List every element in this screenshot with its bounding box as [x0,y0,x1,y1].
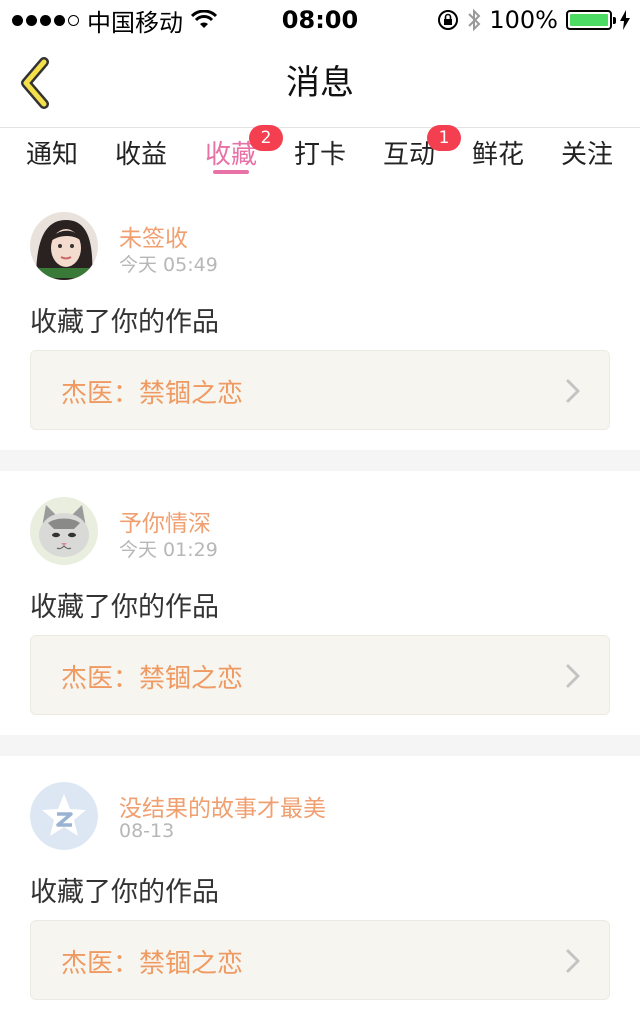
timestamp: 今天 01:29 [119,539,218,561]
tab-label: 关注 [560,140,613,170]
message-item: 未签收 今天 05:49 收藏了你的作品 杰医：禁锢之恋 [0,186,640,450]
status-left: 中国移动 [12,0,217,40]
back-button[interactable] [14,56,62,110]
status-right: 100% [437,0,630,40]
signal-strength-icon [12,14,79,26]
message-list: 未签收 今天 05:49 收藏了你的作品 杰医：禁锢之恋 予你情深 今天 01:… [0,186,640,1020]
tab-label: 鲜花 [471,140,524,170]
chevron-right-icon [566,949,580,973]
tab-checkin[interactable]: 打卡 [280,134,360,171]
tab-following[interactable]: 关注 [547,134,627,171]
message-item: 予你情深 今天 01:29 收藏了你的作品 杰医：禁锢之恋 [0,471,640,735]
chevron-left-icon [21,57,49,109]
wifi-icon [191,10,217,28]
avatar-default-star-icon [30,782,98,850]
tab-notifications[interactable]: 通知 [12,134,92,171]
divider [0,735,640,756]
avatar-cat-icon [30,497,98,565]
tab-label: 打卡 [293,140,346,170]
work-card[interactable]: 杰医：禁锢之恋 [30,350,610,430]
tab-bar: 通知 收益 收藏 2 打卡 互动 1 鲜花 关注 [0,125,640,186]
message-item: 没结果的故事才最美 08-13 收藏了你的作品 杰医：禁锢之恋 [0,756,640,1020]
status-bar: 中国移动 08:00 100% [0,0,640,40]
chevron-right-icon [566,379,580,403]
tab-earnings[interactable]: 收益 [101,134,181,171]
unread-badge: 2 [249,125,283,151]
timestamp: 08-13 [119,820,175,842]
avatar[interactable] [30,782,98,850]
avatar-girl-icon [30,212,98,280]
active-tab-indicator [213,170,249,174]
work-title: 杰医：禁锢之恋 [61,949,244,979]
page-title: 消息 [286,63,354,103]
battery-icon [566,10,616,30]
tab-label: 通知 [25,140,78,170]
message-text: 收藏了你的作品 [30,307,219,338]
carrier-name: 中国移动 [87,8,183,37]
timestamp: 今天 05:49 [119,254,218,276]
username[interactable]: 予你情深 [119,504,211,538]
work-title: 杰医：禁锢之恋 [61,379,244,409]
battery-percentage: 100% [489,6,558,34]
message-text: 收藏了你的作品 [30,592,219,623]
nav-bar: 消息 [0,40,640,128]
work-card[interactable]: 杰医：禁锢之恋 [30,920,610,1000]
username[interactable]: 未签收 [119,219,188,253]
tab-label: 互动 [382,140,435,170]
avatar[interactable] [30,212,98,280]
work-card[interactable]: 杰医：禁锢之恋 [30,635,610,715]
divider [0,450,640,471]
unread-badge: 1 [427,125,461,151]
bluetooth-icon [468,8,481,32]
work-title: 杰医：禁锢之恋 [61,664,244,694]
chevron-right-icon [566,664,580,688]
username[interactable]: 没结果的故事才最美 [119,789,326,823]
tab-label: 收益 [114,140,167,170]
tab-interaction[interactable]: 互动 1 [369,125,461,171]
charging-icon [620,10,630,30]
avatar[interactable] [30,497,98,565]
tab-flowers[interactable]: 鲜花 [458,134,538,171]
message-text: 收藏了你的作品 [30,877,219,908]
tab-label: 收藏 [204,140,257,170]
tab-favorites[interactable]: 收藏 2 [191,125,283,171]
rotation-lock-icon [438,10,459,30]
